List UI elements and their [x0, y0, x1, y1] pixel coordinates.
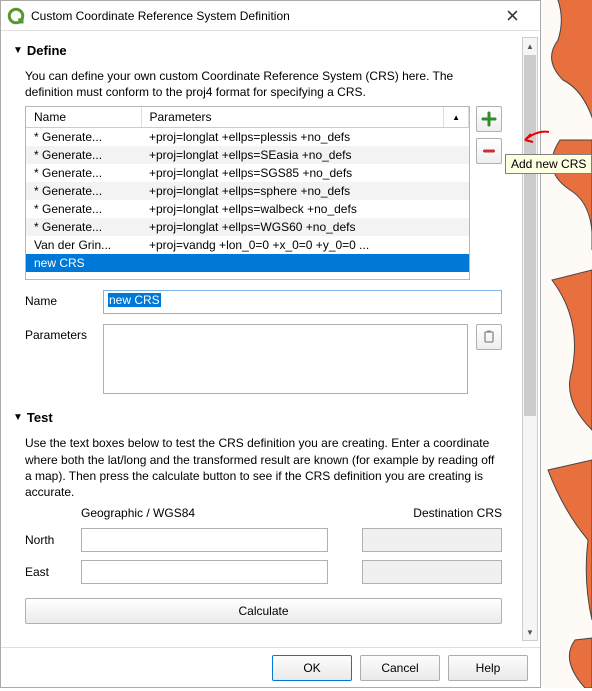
chevron-up-icon[interactable]: ▲: [444, 107, 469, 128]
crs-table[interactable]: Name Parameters ▲ * Generate...+proj=lon…: [25, 106, 470, 280]
define-heading: Define: [27, 43, 67, 58]
dialog-footer: OK Cancel Help: [1, 647, 540, 687]
crs-dialog: Custom Coordinate Reference System Defin…: [0, 0, 541, 688]
chevron-down-icon: ▼: [13, 412, 23, 423]
ok-button[interactable]: OK: [272, 655, 352, 681]
parameters-label: Parameters: [25, 324, 95, 342]
calculate-button[interactable]: Calculate: [25, 598, 502, 624]
table-row[interactable]: * Generate...+proj=longlat +ellps=SEasia…: [26, 146, 469, 164]
dialog-scrollbar[interactable]: ▲ ▼: [522, 37, 538, 641]
table-row[interactable]: * Generate...+proj=longlat +ellps=sphere…: [26, 182, 469, 200]
scroll-thumb[interactable]: [524, 55, 536, 416]
table-row[interactable]: * Generate...+proj=longlat +ellps=plessi…: [26, 128, 469, 147]
table-row[interactable]: new CRS: [26, 254, 469, 272]
define-section-toggle[interactable]: ▼ Define: [11, 37, 512, 64]
help-button[interactable]: Help: [448, 655, 528, 681]
east-label: East: [25, 565, 73, 579]
col-name-header[interactable]: Name: [26, 107, 141, 128]
test-section-toggle[interactable]: ▼ Test: [11, 404, 512, 431]
define-description: You can define your own custom Coordinat…: [25, 68, 502, 100]
table-row[interactable]: * Generate...+proj=longlat +ellps=SGS85 …: [26, 164, 469, 182]
table-row[interactable]: * Generate...+proj=longlat +ellps=WGS60 …: [26, 218, 469, 236]
table-row[interactable]: * Generate...+proj=longlat +ellps=walbec…: [26, 200, 469, 218]
name-label: Name: [25, 290, 95, 308]
cancel-button[interactable]: Cancel: [360, 655, 440, 681]
remove-crs-button[interactable]: [476, 138, 502, 164]
test-description: Use the text boxes below to test the CRS…: [25, 435, 502, 500]
parameters-input[interactable]: [103, 324, 468, 394]
col-destination: Destination CRS: [413, 506, 502, 520]
window-title: Custom Coordinate Reference System Defin…: [31, 9, 492, 23]
north-input[interactable]: [81, 528, 328, 552]
titlebar: Custom Coordinate Reference System Defin…: [1, 1, 540, 31]
scroll-down-icon[interactable]: ▼: [523, 624, 537, 640]
table-row[interactable]: Van der Grin...+proj=vandg +lon_0=0 +x_0…: [26, 236, 469, 254]
north-label: North: [25, 533, 73, 547]
close-button[interactable]: [492, 2, 532, 30]
chevron-down-icon: ▼: [13, 45, 23, 56]
col-geographic: Geographic / WGS84: [81, 506, 328, 520]
copy-crs-button[interactable]: [476, 324, 502, 350]
east-input[interactable]: [81, 560, 328, 584]
col-params-header[interactable]: Parameters: [141, 107, 444, 128]
name-input[interactable]: new CRS: [103, 290, 502, 314]
east-dest-output: [362, 560, 502, 584]
test-heading: Test: [27, 410, 53, 425]
north-dest-output: [362, 528, 502, 552]
qgis-icon: [7, 7, 25, 25]
scroll-up-icon[interactable]: ▲: [523, 38, 537, 54]
add-crs-tooltip: Add new CRS: [505, 154, 592, 174]
add-crs-button[interactable]: [476, 106, 502, 132]
